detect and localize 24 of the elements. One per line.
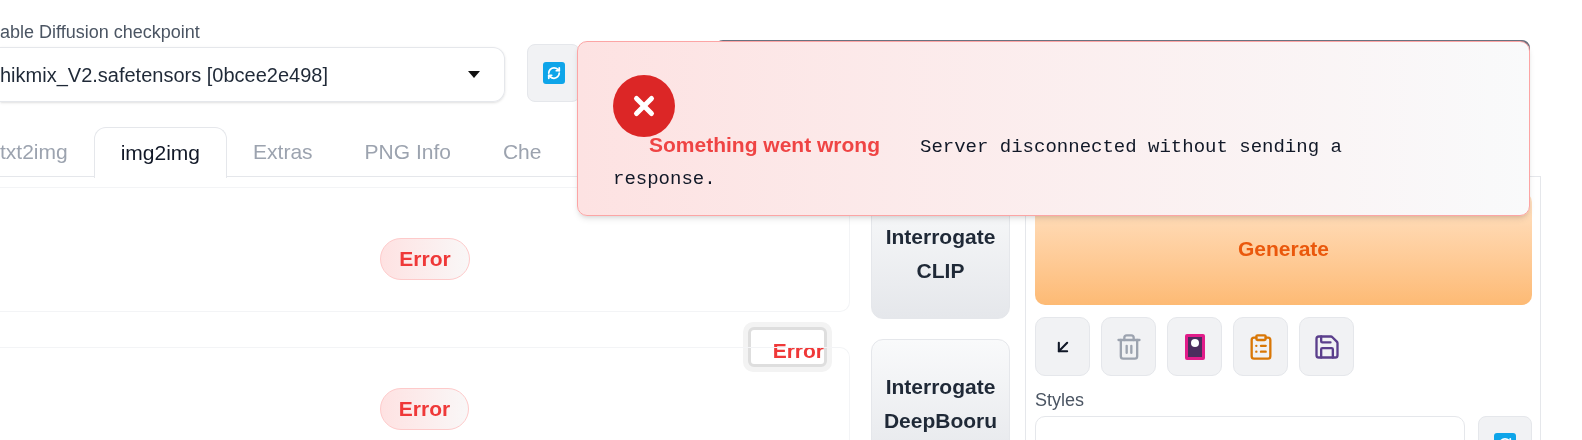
delete-button[interactable] [1101, 317, 1156, 376]
tab[interactable]: img2img [93, 127, 228, 178]
floppy-icon [1312, 332, 1341, 361]
error-badge: Error [380, 238, 470, 280]
error-badge: Error [379, 388, 470, 430]
picture-icon [1184, 333, 1205, 360]
interrogate-button[interactable]: Interrogate DeepBooru [871, 339, 1010, 440]
tab[interactable]: Che [476, 127, 568, 177]
refresh-icon [542, 62, 565, 84]
tab[interactable]: Extras [227, 127, 339, 177]
tab[interactable]: PNG Info [338, 127, 477, 177]
send-button[interactable] [1035, 317, 1090, 376]
tab[interactable]: txt2img [0, 127, 94, 177]
refresh-button[interactable] [527, 44, 580, 102]
save-button[interactable] [1299, 317, 1354, 376]
caret-icon [468, 71, 480, 78]
trash-icon [1114, 332, 1143, 361]
checkpoint-label: able Diffusion checkpoint [0, 21, 201, 44]
styles-label: Styles [1035, 389, 1086, 412]
paste-button[interactable] [1233, 317, 1288, 376]
image-button[interactable] [1167, 317, 1222, 376]
checkpoint-dropdown[interactable]: hikmix_V2.safetensors [0bcee2e498] [0, 47, 505, 102]
dropdown-value: hikmix_V2.safetensors [0bcee2e498] [0, 62, 328, 89]
toast-text: Something went wrong Server disconnected without sending a response. [613, 132, 1343, 192]
